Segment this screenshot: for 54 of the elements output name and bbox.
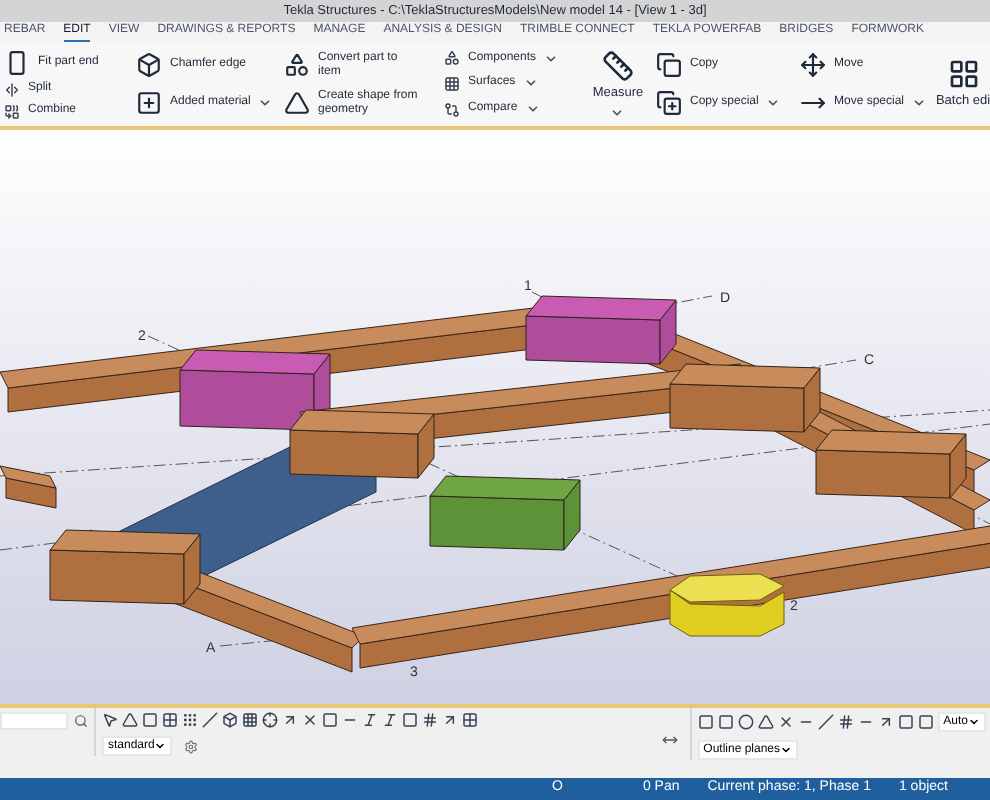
cube-icon xyxy=(136,52,162,78)
crosshair-icon[interactable] xyxy=(262,712,278,728)
slash-icon[interactable] xyxy=(382,712,398,728)
line-icon[interactable] xyxy=(202,712,218,728)
triangle-icon[interactable] xyxy=(757,714,774,730)
triangle-icon[interactable] xyxy=(122,712,138,728)
grid-icon xyxy=(444,75,460,92)
grid-icon[interactable] xyxy=(462,712,478,728)
combine-icon xyxy=(4,103,20,119)
copy-plus-icon xyxy=(656,90,682,116)
caret-icon xyxy=(912,96,927,110)
pointer-icon[interactable] xyxy=(102,712,118,728)
square-icon[interactable] xyxy=(917,714,934,730)
square-icon[interactable] xyxy=(402,712,418,728)
slash-icon[interactable] xyxy=(362,712,378,728)
move-icon xyxy=(800,52,826,78)
copy-icon xyxy=(656,52,682,78)
caret-icon xyxy=(258,96,273,110)
grid-icon[interactable] xyxy=(242,712,258,728)
arrow-icon[interactable] xyxy=(442,712,458,728)
caret-icon xyxy=(610,105,625,119)
line-icon[interactable] xyxy=(817,714,834,730)
square-icon[interactable] xyxy=(897,714,914,730)
compare-icon xyxy=(444,101,460,118)
arrow-icon[interactable] xyxy=(877,714,894,730)
dots-icon[interactable] xyxy=(182,712,198,728)
caret-icon xyxy=(780,744,793,756)
resize-icon[interactable] xyxy=(661,732,678,748)
search-icon[interactable] xyxy=(74,714,88,728)
caret-icon xyxy=(154,740,167,752)
rectangle-icon xyxy=(4,49,30,75)
square-plus-icon xyxy=(136,90,162,116)
grid-icon[interactable] xyxy=(162,712,178,728)
circle-icon[interactable] xyxy=(737,714,754,730)
grid-icon[interactable] xyxy=(837,714,854,730)
square-icon[interactable] xyxy=(697,714,714,730)
square-icon[interactable] xyxy=(322,712,338,728)
caret-icon xyxy=(766,96,781,110)
cube-icon[interactable] xyxy=(222,712,238,728)
grid-icon[interactable] xyxy=(422,712,438,728)
cross-icon[interactable] xyxy=(302,712,318,728)
shapes-icon xyxy=(284,52,310,78)
arrow-icon[interactable] xyxy=(282,712,298,728)
split-icon xyxy=(4,81,20,97)
shapes-icon xyxy=(444,50,460,67)
ruler-icon xyxy=(601,49,634,81)
cross-icon[interactable] xyxy=(777,714,794,730)
triangle-icon xyxy=(284,90,310,116)
square-icon[interactable] xyxy=(717,714,734,730)
caret-icon xyxy=(968,716,980,728)
grid-icon xyxy=(947,58,979,90)
square-icon[interactable] xyxy=(142,712,158,728)
gear-icon[interactable] xyxy=(184,739,199,753)
search-field[interactable] xyxy=(0,712,68,730)
